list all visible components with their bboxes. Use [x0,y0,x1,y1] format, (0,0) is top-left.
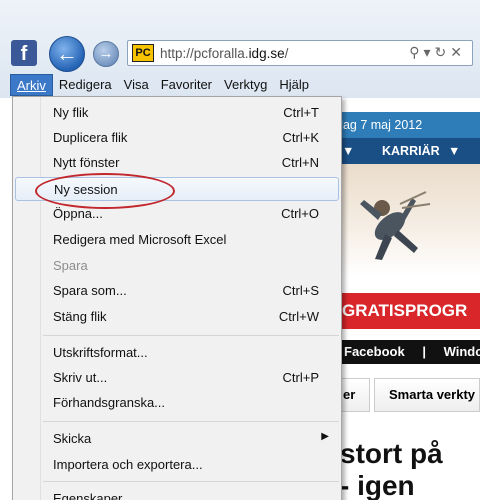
social-facebook-link[interactable]: Facebook [344,344,405,359]
menu-item-spara: Spara [15,254,339,278]
menu-item-shortcut: Ctrl+N [281,155,319,170]
menu-item-label: Stäng flik [53,309,107,324]
menu-item-skriv-ut[interactable]: Skriv ut... Ctrl+P [15,366,339,390]
menu-item-utskriftsformat[interactable]: Utskriftsformat... [15,341,339,365]
menu-visa-label: Visa [123,77,149,92]
nav-dropdown-icon[interactable]: ▼ [342,138,354,164]
social-windows-link[interactable]: Window [444,344,480,359]
facebook-icon[interactable]: f [11,40,37,66]
promo-banner[interactable]: GRATISPROGR [330,293,480,329]
menu-item-stang-flik[interactable]: Stäng flik Ctrl+W [15,305,339,329]
site-nav-bar: ▼ KARRIÄR ▼ [330,138,480,164]
submenu-arrow-icon: ▶ [321,431,329,442]
menu-item-label: Förhandsgranska... [53,395,166,410]
menu-item-label: Utskriftsformat... [53,345,148,360]
menu-hjalp[interactable]: Hjälp [273,74,315,96]
forward-button[interactable]: → [93,41,119,67]
menu-item-shortcut: Ctrl+S [282,283,319,298]
menu-item-redigera-excel[interactable]: Redigera med Microsoft Excel [15,228,339,252]
browser-chrome: f ← → PC http://pcforalla.idg.se/ ⚲▾↻✕ A… [0,0,480,98]
menu-item-shortcut: Ctrl+T [283,105,319,120]
social-separator: | [422,344,426,359]
menu-hjalp-label: Hjälp [279,77,309,92]
menu-separator [43,481,339,482]
menu-item-label: Ny flik [53,105,89,120]
search-icon[interactable]: ⚲ [409,44,423,60]
menu-item-nytt-fonster[interactable]: Nytt fönster Ctrl+N [15,151,339,175]
menu-item-shortcut: Ctrl+P [282,370,319,385]
menu-separator [43,421,339,422]
menu-favoriter-label: Favoriter [160,77,213,92]
menu-item-label: Skicka [53,431,92,446]
nav-dropdown-icon[interactable]: ▼ [448,138,460,164]
menu-item-label: Spara [53,258,88,273]
date-bar: dag 7 maj 2012 [330,112,480,138]
address-actions: ⚲▾↻✕ [409,44,466,61]
article-headline[interactable]: stort på - igen [340,438,480,500]
close-icon[interactable]: ✕ [450,44,466,60]
menu-verktyg[interactable]: Verktyg [218,74,273,96]
highlight-ring [35,173,175,209]
menu-item-shortcut: Ctrl+O [281,206,319,221]
menu-bar: Arkiv Redigera Visa Favoriter Verktyg Hj… [10,74,315,96]
menu-item-importera-exportera[interactable]: Importera och exportera... [15,453,339,477]
url-suffix: / [284,46,289,61]
menu-item-duplicera-flik[interactable]: Duplicera flik Ctrl+K [15,126,339,150]
menu-item-label: Redigera med Microsoft Excel [53,232,227,247]
menu-item-forhandsgranska[interactable]: Förhandsgranska... [15,391,339,415]
headline-line-2: - igen [340,470,415,500]
menu-item-ny-flik[interactable]: Ny flik Ctrl+T [15,101,339,125]
menu-item-egenskaper[interactable]: Egenskaper [15,487,339,500]
refresh-icon[interactable]: ↻ [435,44,451,60]
menu-item-label: Spara som... [53,283,127,298]
content-tab-smarta-verktyg[interactable]: Smarta verkty [374,378,480,412]
back-button[interactable]: ← [49,36,85,72]
menu-visa[interactable]: Visa [118,74,155,96]
headline-line-1: stort på [340,438,443,469]
menu-arkiv-label: Arkiv [17,78,46,93]
arkiv-dropdown-menu: Ny flik Ctrl+T Duplicera flik Ctrl+K Nyt… [12,96,342,500]
url-prefix: http://pcforalla. [160,46,249,61]
menu-item-label: Egenskaper [53,491,123,500]
menu-redigera-label: Redigera [58,77,112,92]
menu-favoriter[interactable]: Favoriter [155,74,218,96]
menu-verktyg-label: Verktyg [224,77,268,92]
hero-image[interactable] [330,164,480,276]
social-bar: Facebook | Window [330,340,480,364]
menu-separator [43,335,339,336]
menu-item-label: Importera och exportera... [53,457,203,472]
url-text[interactable]: http://pcforalla.idg.se/ [160,46,288,61]
dropdown-icon[interactable]: ▾ [424,44,435,60]
url-domain: idg.se [248,46,285,61]
menu-arkiv[interactable]: Arkiv [10,74,53,96]
menu-item-label: Nytt fönster [53,155,120,170]
address-bar[interactable]: PC http://pcforalla.idg.se/ ⚲▾↻✕ [127,40,473,66]
menu-item-spara-som[interactable]: Spara som... Ctrl+S [15,279,339,303]
nav-item-karriar[interactable]: KARRIÄR [382,138,440,164]
menu-item-label: Skriv ut... [53,370,108,385]
skydiver-illustration [360,191,431,260]
menu-item-label: Duplicera flik [53,130,128,145]
menu-redigera[interactable]: Redigera [53,74,118,96]
menu-item-shortcut: Ctrl+K [282,130,319,145]
menu-item-shortcut: Ctrl+W [278,309,319,324]
menu-item-skicka[interactable]: Skicka ▶ [15,427,339,451]
site-favicon-icon: PC [132,44,154,62]
